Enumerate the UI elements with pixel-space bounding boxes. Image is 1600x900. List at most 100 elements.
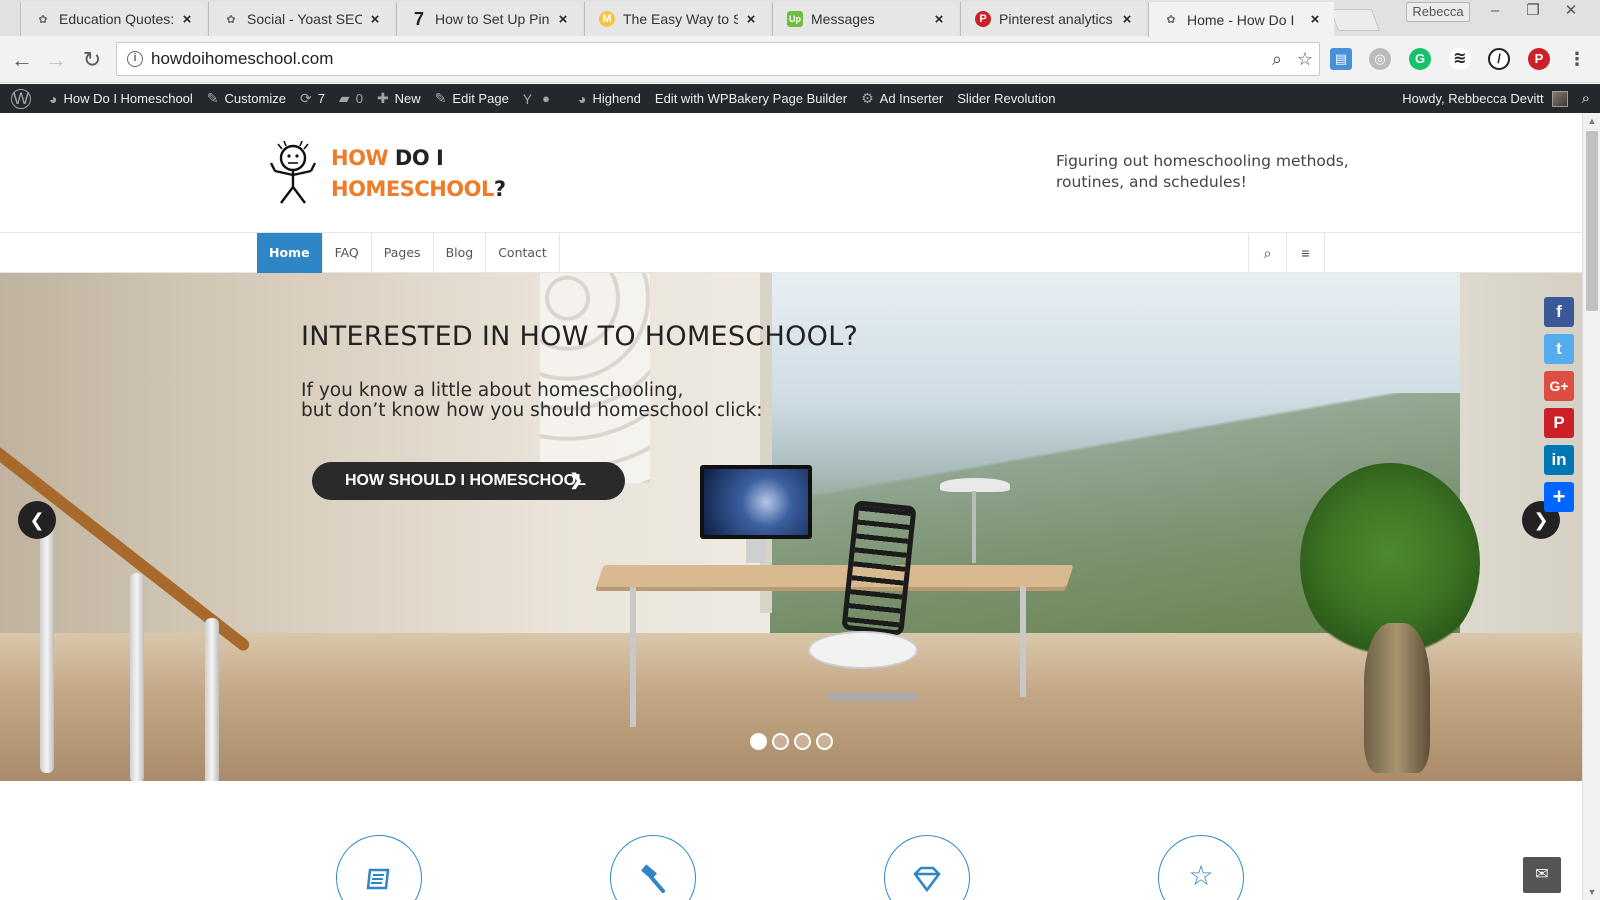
slider-dot[interactable] (750, 733, 767, 750)
admin-wpbakery-label: Edit with WPBakery Page Builder (654, 91, 848, 106)
admin-highend[interactable]: ◕ Highend (571, 84, 648, 113)
stick-figure-logo-icon (269, 141, 317, 204)
extension-icon[interactable]: / (1488, 48, 1510, 70)
browser-tab[interactable]: 7 How to Set Up Pin × (396, 2, 582, 36)
slider-dot[interactable] (772, 733, 789, 750)
hamburger-menu-icon[interactable]: ≡ (1287, 233, 1325, 273)
nav-item-home[interactable]: Home (257, 233, 323, 273)
slider-dot[interactable] (816, 733, 833, 750)
tab-favicon-icon: Up (787, 11, 803, 27)
tab-favicon-icon: M (599, 11, 615, 27)
hammer-icon[interactable] (610, 835, 696, 900)
admin-updates[interactable]: ⟳ 7 (293, 84, 332, 113)
menu-dots-icon[interactable]: ⋮ (1566, 48, 1588, 70)
nav-item-blog[interactable]: Blog (434, 233, 487, 273)
admin-new[interactable]: ✚ New (370, 84, 428, 113)
zoom-icon[interactable]: ⌕ (1263, 49, 1291, 70)
scroll-up-icon[interactable]: ▲ (1583, 113, 1600, 129)
admin-site-name[interactable]: ◕ How Do I Homeschool (42, 84, 200, 113)
tab-title: Home - How Do I (1187, 11, 1295, 28)
slider-prev-arrow[interactable]: ❮ (18, 501, 56, 539)
cta-label: HOW SHOULD I HOMESCHOOL (345, 472, 586, 489)
admin-customize[interactable]: ✎ Customize (200, 84, 293, 113)
site-logo[interactable]: HOW DO I HOMESCHOOL? (265, 141, 506, 207)
wordpress-logo-icon[interactable]: W (0, 84, 42, 113)
linkedin-icon[interactable]: in (1544, 445, 1574, 475)
admin-comments[interactable]: ▰ 0 (332, 84, 370, 113)
new-tab-button[interactable] (1329, 9, 1381, 31)
admin-updates-count: 7 (317, 91, 325, 106)
dashboard-icon: ◕ (49, 90, 58, 107)
admin-wpbakery[interactable]: Edit with WPBakery Page Builder (648, 84, 854, 113)
pinterest-icon[interactable]: P (1544, 408, 1574, 438)
browser-tab[interactable]: M The Easy Way to S × (584, 2, 770, 36)
decor (972, 491, 976, 563)
browser-tab[interactable]: ✿ Education Quotes: × (20, 2, 206, 36)
share-plus-icon[interactable]: + (1544, 482, 1574, 512)
tab-close-icon[interactable]: × (932, 11, 946, 28)
admin-edit-page[interactable]: ✎ Edit Page (428, 84, 516, 113)
updates-icon: ⟳ (299, 90, 312, 106)
message-icon[interactable]: ✉ (1523, 857, 1561, 893)
admin-slider-revolution[interactable]: Slider Revolution (950, 84, 1062, 113)
grammarly-icon[interactable]: G (1409, 48, 1431, 70)
page-scrollbar[interactable]: ▲ ▼ (1582, 113, 1600, 900)
back-arrow-icon[interactable]: ← (8, 46, 36, 74)
twitter-icon[interactable]: t (1544, 334, 1574, 364)
address-bar[interactable]: i howdoihomeschool.com ⌕ ☆ (116, 42, 1320, 76)
forward-arrow-icon[interactable]: → (42, 46, 70, 74)
scroll-down-icon[interactable]: ▼ (1583, 884, 1600, 900)
slider-dot[interactable] (794, 733, 811, 750)
facebook-icon[interactable]: f (1544, 297, 1574, 327)
pinterest-extension-icon[interactable]: P (1528, 48, 1550, 70)
buffer-icon[interactable]: ≋ (1449, 48, 1471, 70)
star-icon[interactable]: ☆ (1158, 835, 1244, 900)
book-icon[interactable] (336, 835, 422, 900)
tab-close-icon[interactable]: × (180, 11, 194, 28)
yoast-icon[interactable]: Y ● (516, 84, 557, 113)
profile-button[interactable]: Rebecca (1406, 2, 1470, 22)
tab-close-icon[interactable]: × (1120, 11, 1134, 28)
logo-word-how: HOW (331, 146, 389, 170)
tab-title: Pinterest analytics (999, 11, 1113, 27)
google-plus-icon[interactable]: G+ (1544, 371, 1574, 401)
decor (0, 373, 300, 781)
diamond-icon[interactable] (884, 835, 970, 900)
bookmark-star-icon[interactable]: ☆ (1291, 49, 1319, 70)
tab-close-icon[interactable]: × (368, 11, 382, 28)
how-should-i-homeschool-button[interactable]: HOW SHOULD I HOMESCHOOL ❯ (312, 462, 625, 500)
wp-admin-bar: W ◕ How Do I Homeschool ✎ Customize ⟳ 7 ▰ 0 … (0, 84, 1600, 113)
browser-tab-active[interactable]: ✿ Home - How Do I × (1148, 2, 1334, 37)
site-tagline: Figuring out homeschooling methods, rout… (1056, 152, 1349, 191)
tab-close-icon[interactable]: × (556, 11, 570, 28)
browser-tab[interactable]: P Pinterest analytics × (960, 2, 1146, 36)
reload-icon[interactable]: ↻ (78, 46, 106, 74)
nav-item-contact[interactable]: Contact (486, 233, 560, 273)
slide-text: If you know a little about homeschooling… (301, 381, 762, 421)
browser-tab[interactable]: Up Messages × (772, 2, 958, 36)
tab-favicon-icon: 7 (413, 8, 424, 29)
admin-search-icon[interactable]: ⌕ (1575, 84, 1600, 113)
extension-icon[interactable]: ◎ (1369, 48, 1391, 70)
admin-account[interactable]: Howdy, Rebbecca Devitt (1395, 84, 1574, 113)
slide-text-line: If you know a little about homeschooling… (301, 380, 684, 401)
url-text[interactable]: howdoihomeschool.com (151, 49, 1263, 69)
tab-close-icon[interactable]: × (744, 11, 758, 28)
minimize-icon[interactable]: – (1476, 0, 1514, 22)
logo-word-do-i: DO I (388, 146, 444, 170)
close-window-icon[interactable]: ✕ (1552, 0, 1590, 22)
restore-icon[interactable]: ❐ (1514, 0, 1552, 22)
tab-favicon-icon: P (975, 11, 991, 27)
browser-toolbar: ← → ↻ i howdoihomeschool.com ⌕ ☆ ▤ ◎ G ≋… (0, 36, 1600, 83)
info-icon[interactable]: i (127, 51, 143, 67)
decor (1020, 587, 1026, 697)
nav-item-faq[interactable]: FAQ (323, 233, 372, 273)
tab-close-icon[interactable]: × (1308, 11, 1322, 28)
site-search-icon[interactable]: ⌕ (1249, 233, 1287, 273)
scrollbar-thumb[interactable] (1586, 131, 1598, 311)
browser-tab[interactable]: ✿ Social - Yoast SEO × (208, 2, 394, 36)
tab-title: Education Quotes: (59, 11, 174, 27)
admin-ad-inserter[interactable]: ⚙ Ad Inserter (854, 84, 950, 113)
nav-item-pages[interactable]: Pages (372, 233, 434, 273)
extension-icon[interactable]: ▤ (1330, 48, 1352, 70)
